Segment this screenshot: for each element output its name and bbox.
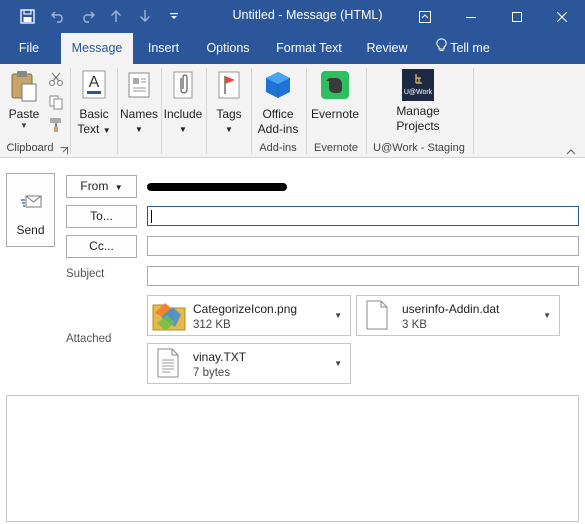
basic-text-icon: A	[73, 70, 115, 104]
attachment-dropdown-icon[interactable]: ▼	[334, 311, 342, 320]
ribbon-tabs: File Message Insert Options Format Text …	[0, 33, 585, 64]
manage-projects-label-line2: Projects	[396, 119, 440, 133]
cc-button[interactable]: Cc...	[66, 235, 137, 258]
lightbulb-icon	[436, 33, 447, 64]
attachment-size: 3 KB	[402, 319, 427, 331]
tab-file[interactable]: File	[8, 33, 50, 64]
include-label: Include	[163, 107, 203, 121]
tab-insert[interactable]: Insert	[140, 33, 187, 64]
group-addins-label: Add-ins	[259, 142, 297, 154]
attachment-size: 7 bytes	[193, 367, 231, 379]
attachment-name: userinfo-Addin.dat	[402, 302, 500, 316]
tab-tell-me[interactable]: Tell me	[425, 33, 501, 64]
tags-button[interactable]: Tags ▼	[209, 70, 249, 137]
message-body[interactable]	[6, 395, 579, 522]
close-icon[interactable]	[539, 0, 585, 33]
paste-label: Paste	[8, 107, 40, 121]
cut-icon[interactable]	[48, 71, 64, 90]
send-button[interactable]: Send	[6, 173, 55, 247]
include-dropdown-icon: ▼	[179, 125, 187, 134]
clipboard-launcher-icon[interactable]	[60, 144, 68, 158]
format-painter-icon[interactable]	[48, 117, 64, 136]
tell-me-label: Tell me	[450, 41, 490, 55]
attachment-item[interactable]: vinay.TXT 7 bytes ▼	[147, 343, 351, 384]
office-addins-label-line1: Office	[262, 107, 294, 121]
group-uwork-label: U@Work - Staging	[373, 142, 465, 154]
copy-icon[interactable]	[48, 94, 64, 113]
send-label: Send	[16, 223, 45, 237]
subject-field[interactable]	[147, 266, 579, 286]
subject-label: Subject	[66, 268, 105, 280]
paste-icon	[5, 70, 43, 106]
attached-label: Attached	[66, 333, 112, 345]
names-button[interactable]: Names ▼	[118, 70, 160, 137]
office-addins-icon	[254, 70, 302, 104]
svg-text:A: A	[89, 74, 100, 91]
include-button[interactable]: Include ▼	[162, 70, 204, 137]
from-dropdown-icon: ▼	[114, 183, 123, 192]
collapse-ribbon-icon[interactable]	[566, 144, 576, 158]
tags-dropdown-icon: ▼	[225, 125, 233, 134]
from-button[interactable]: From ▼	[66, 175, 137, 198]
minimize-icon[interactable]	[448, 0, 494, 33]
manage-projects-button[interactable]: U@Work Manage Projects	[390, 69, 446, 134]
attachment-name: CategorizeIcon.png	[193, 302, 298, 316]
uwork-logo-icon: U@Work	[402, 69, 434, 101]
to-field[interactable]	[147, 206, 579, 226]
paste-dropdown-icon[interactable]: ▼	[5, 122, 43, 130]
title-bar: Untitled - Message (HTML)	[0, 0, 585, 33]
tab-message[interactable]: Message	[61, 33, 133, 64]
image-file-icon	[151, 299, 189, 336]
ribbon: Paste ▼ Clipboard A Basic Text ▼ Names ▼	[0, 64, 585, 158]
cc-field[interactable]	[147, 236, 579, 256]
paperclip-icon	[162, 70, 204, 104]
basic-text-button[interactable]: A Basic Text ▼	[73, 70, 115, 138]
evernote-button[interactable]: Evernote	[308, 70, 362, 122]
send-icon	[20, 194, 42, 215]
from-label: From	[80, 179, 109, 193]
office-addins-label-line2: Add-ins	[257, 122, 299, 136]
maximize-icon[interactable]	[494, 0, 540, 33]
basic-text-label-line2: Text ▼	[77, 122, 111, 136]
attachment-dropdown-icon[interactable]: ▼	[334, 359, 342, 368]
group-clipboard-label: Clipboard	[6, 142, 54, 154]
flag-icon	[209, 70, 249, 104]
basic-text-label-line1: Basic	[79, 107, 109, 121]
attachment-name: vinay.TXT	[193, 350, 247, 364]
evernote-icon	[308, 70, 362, 104]
uwork-logo-text: U@Work	[403, 89, 433, 96]
to-button[interactable]: To...	[66, 205, 137, 228]
manage-projects-label-line1: Manage	[396, 104, 440, 118]
attachment-item[interactable]: userinfo-Addin.dat 3 KB ▼	[356, 295, 560, 336]
file-icon	[366, 300, 388, 333]
text-file-icon	[157, 348, 179, 381]
evernote-label: Evernote	[310, 107, 360, 121]
office-addins-button[interactable]: Office Add-ins	[254, 70, 302, 137]
attachment-item[interactable]: CategorizeIcon.png 312 KB ▼	[147, 295, 351, 336]
tab-format-text[interactable]: Format Text	[270, 33, 348, 64]
attachment-dropdown-icon[interactable]: ▼	[543, 311, 551, 320]
tab-options[interactable]: Options	[199, 33, 257, 64]
tab-review[interactable]: Review	[361, 33, 413, 64]
address-book-icon	[118, 70, 160, 104]
group-evernote-label: Evernote	[313, 142, 359, 154]
tags-label: Tags	[216, 107, 242, 121]
ribbon-display-options-icon[interactable]	[402, 0, 448, 33]
names-dropdown-icon: ▼	[135, 125, 143, 134]
from-account-redacted	[147, 183, 287, 191]
paste-button[interactable]: Paste ▼	[5, 70, 43, 130]
attachment-size: 312 KB	[193, 319, 231, 331]
names-label: Names	[119, 107, 158, 121]
text-caret	[151, 210, 152, 223]
